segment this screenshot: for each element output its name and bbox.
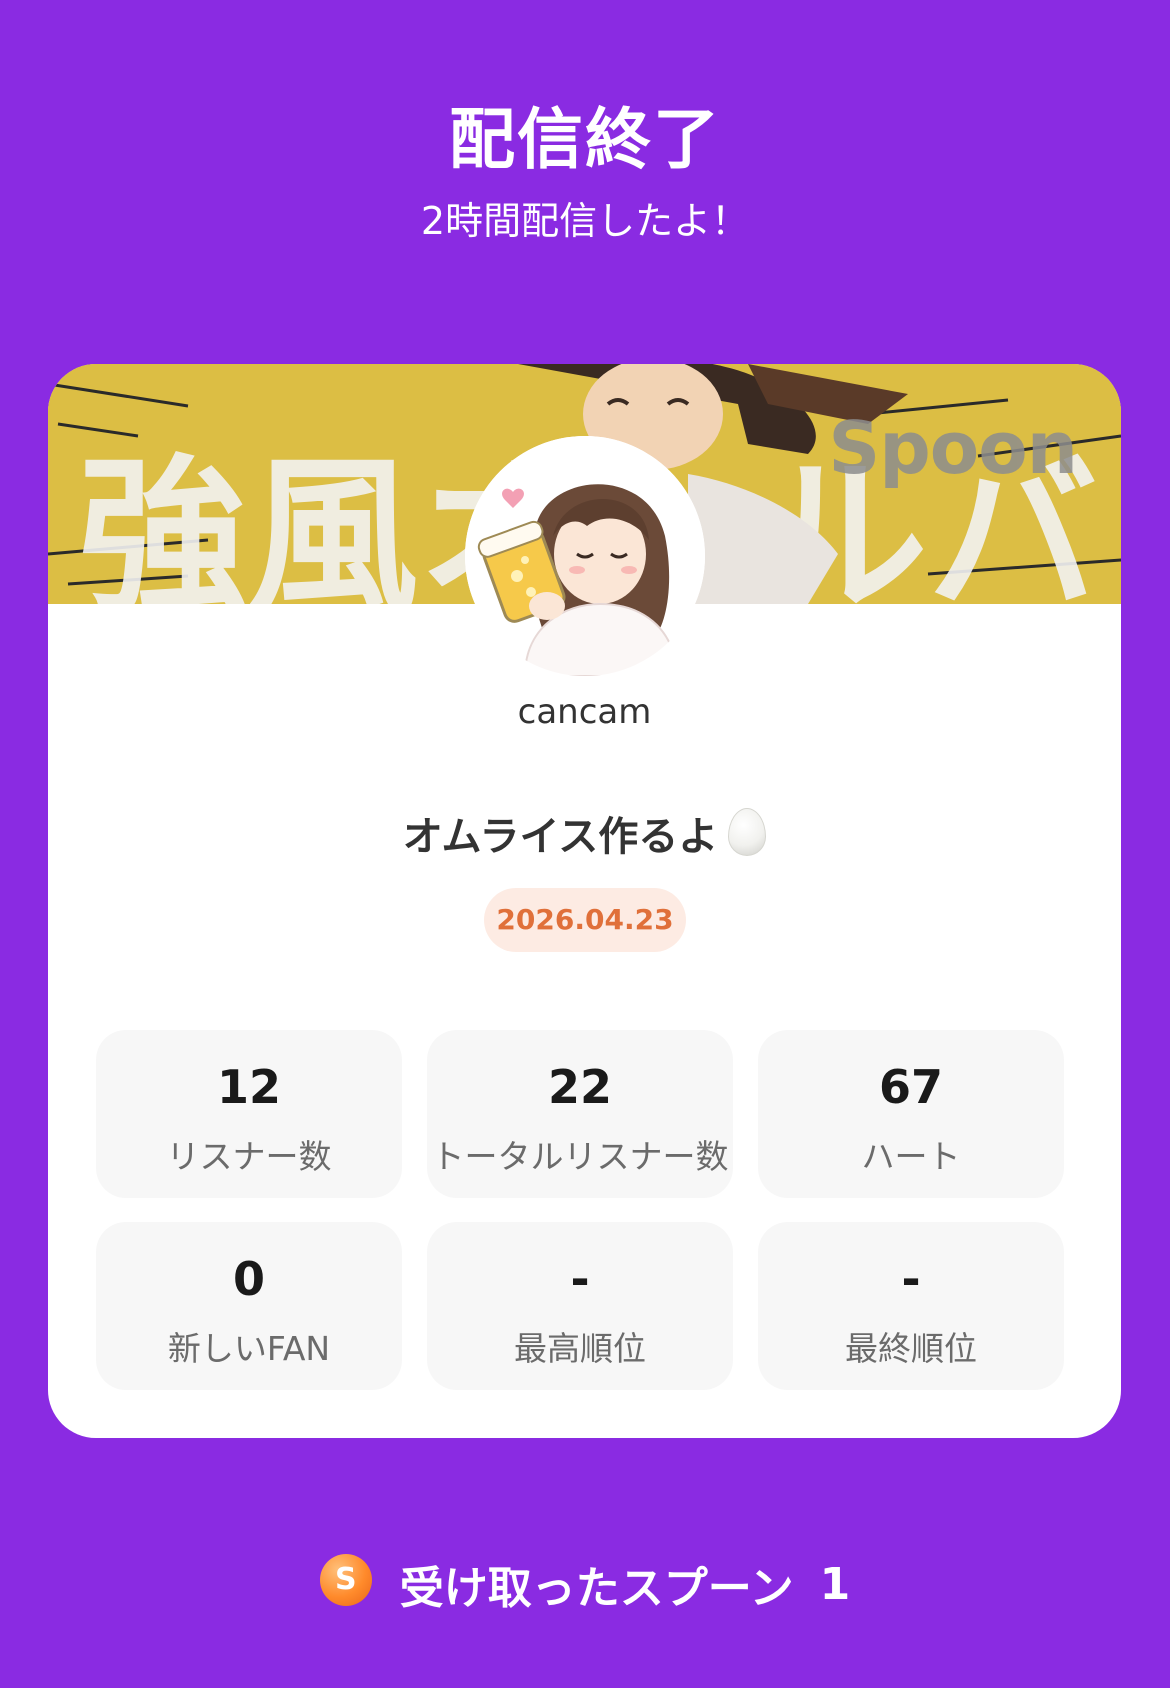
stat-label: 新しいFAN (167, 1329, 331, 1368)
stream-date-badge: 2026.04.23 (484, 888, 686, 952)
stat-label: 最高順位 (514, 1329, 646, 1368)
stream-title: オムライス作るよ (48, 804, 1121, 862)
stat-value: - (570, 1252, 590, 1306)
stat-value: 67 (878, 1060, 943, 1114)
broadcast-summary-card: 強風オールバック Spoon (48, 364, 1121, 1438)
stat-label: リスナー数 (166, 1137, 332, 1176)
stat-value: 22 (547, 1060, 612, 1114)
spoon-logo: Spoon (828, 406, 1078, 490)
user-avatar[interactable] (465, 436, 705, 676)
stat-value: 0 (232, 1252, 265, 1306)
page-subtitle: 2時間配信したよ！ (420, 199, 750, 244)
stat-label: ハート (861, 1137, 961, 1176)
stat-new-fans: 0 新しいFAN (96, 1222, 402, 1390)
egg-icon (728, 808, 767, 856)
page-title: 配信終了 (449, 101, 721, 178)
stat-value: - (901, 1252, 921, 1306)
received-spoons: S 受け取ったスプーン 1 (0, 1552, 1170, 1616)
stat-listeners: 12 リスナー数 (96, 1030, 402, 1198)
username: cancam (517, 692, 652, 732)
received-spoons-count: 1 (819, 1558, 851, 1610)
stat-hearts: 67 ハート (758, 1030, 1064, 1198)
result-header: 配信終了 2時間配信したよ！ (0, 100, 1170, 245)
stat-total-listeners: 22 トータルリスナー数 (427, 1030, 733, 1198)
spoon-coin-icon: S (319, 1554, 372, 1606)
stat-final-rank: - 最終順位 (758, 1222, 1064, 1390)
stat-label: トータルリスナー数 (431, 1137, 729, 1176)
stat-label: 最終順位 (845, 1329, 977, 1368)
received-spoons-label: 受け取ったスプーン (399, 1563, 794, 1614)
stream-title-text: オムライス作るよ (402, 814, 719, 860)
stat-highest-rank: - 最高順位 (427, 1222, 733, 1390)
stat-value: 12 (216, 1060, 281, 1114)
